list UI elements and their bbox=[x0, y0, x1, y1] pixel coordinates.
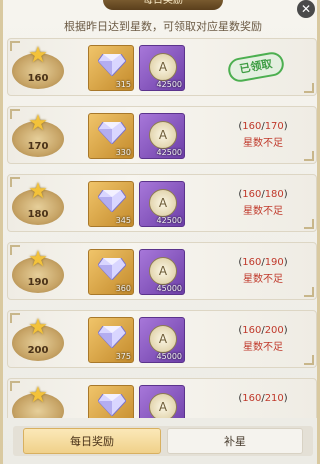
close-button[interactable]: ✕ bbox=[297, 0, 315, 18]
status-block: (160/190) 星数不足 bbox=[208, 257, 317, 285]
star-badge: ★ 190 bbox=[12, 249, 64, 295]
star-icon: ★ bbox=[28, 383, 48, 408]
status-text: 星数不足 bbox=[243, 206, 283, 217]
status-text: 星数不足 bbox=[243, 274, 283, 285]
star-icon: ★ bbox=[28, 111, 48, 136]
star-count: 160 bbox=[27, 73, 49, 84]
status-block: (160/180) 星数不足 bbox=[208, 189, 317, 217]
current-stars: 160 bbox=[242, 393, 262, 404]
hint-text: 根据昨日达到星数，可领取对应星数奖励 bbox=[64, 20, 262, 33]
star-icon: ★ bbox=[28, 43, 48, 68]
coin-reward[interactable]: A bbox=[139, 385, 185, 418]
coin-icon: A bbox=[149, 393, 177, 418]
diamond-icon bbox=[98, 190, 126, 212]
corner-decoration bbox=[304, 83, 314, 93]
coin-reward[interactable]: A 42500 bbox=[139, 45, 185, 91]
gem-reward[interactable]: 330 bbox=[88, 113, 134, 159]
reward-row: ★ A (160/210) bbox=[7, 378, 317, 418]
target-stars: 210 bbox=[264, 393, 284, 404]
star-badge: ★ 170 bbox=[12, 113, 64, 159]
star-badge: ★ 200 bbox=[12, 317, 64, 363]
gem-quantity: 345 bbox=[115, 216, 131, 225]
reward-row: ★ 200 375 A 45000 (160/200) 星数不足 bbox=[7, 310, 317, 368]
star-badge: ★ 160 bbox=[12, 45, 64, 91]
gem-quantity: 330 bbox=[115, 148, 131, 157]
current-stars: 160 bbox=[242, 325, 262, 336]
tab-bar: 每日奖励 补星 bbox=[13, 426, 313, 456]
star-progress: (160/170) bbox=[238, 121, 288, 132]
current-stars: 160 bbox=[242, 189, 262, 200]
reward-row: ★ 170 330 A 42500 (160/170) 星数不足 bbox=[7, 106, 317, 164]
diamond-icon bbox=[98, 394, 126, 416]
star-badge: ★ 180 bbox=[12, 181, 64, 227]
status-block: (160/200) 星数不足 bbox=[208, 325, 317, 353]
gem-reward[interactable]: 360 bbox=[88, 249, 134, 295]
status-text: 星数不足 bbox=[243, 138, 283, 149]
gem-quantity: 315 bbox=[115, 80, 131, 89]
tab-daily-reward[interactable]: 每日奖励 bbox=[23, 428, 161, 454]
target-stars: 190 bbox=[264, 257, 284, 268]
current-stars: 160 bbox=[242, 257, 262, 268]
coin-icon: A bbox=[149, 53, 177, 81]
star-progress: (160/190) bbox=[238, 257, 288, 268]
reward-row: ★ 160 315 A 42500 已领取 bbox=[7, 38, 317, 96]
coin-quantity: 45000 bbox=[156, 284, 182, 293]
corner-decoration bbox=[304, 287, 314, 297]
coin-icon: A bbox=[149, 257, 177, 285]
gem-quantity: 375 bbox=[115, 352, 131, 361]
coin-quantity: 42500 bbox=[156, 216, 182, 225]
corner-decoration bbox=[304, 151, 314, 161]
reward-row: ★ 190 360 A 45000 (160/190) 星数不足 bbox=[7, 242, 317, 300]
diamond-icon bbox=[98, 122, 126, 144]
star-progress: (160/210) bbox=[238, 393, 288, 404]
claimed-stamp: 已领取 bbox=[226, 50, 286, 84]
coin-reward[interactable]: A 42500 bbox=[139, 181, 185, 227]
star-icon: ★ bbox=[28, 179, 48, 204]
gem-reward[interactable]: 315 bbox=[88, 45, 134, 91]
coin-reward[interactable]: A 42500 bbox=[139, 113, 185, 159]
star-count: 190 bbox=[27, 277, 49, 288]
coin-quantity: 42500 bbox=[156, 80, 182, 89]
gem-reward[interactable]: 345 bbox=[88, 181, 134, 227]
status-block: (160/210) bbox=[208, 393, 317, 404]
target-stars: 180 bbox=[264, 189, 284, 200]
panel-title: 每日奖励 bbox=[103, 0, 223, 10]
gem-reward[interactable]: 375 bbox=[88, 317, 134, 363]
coin-quantity: 42500 bbox=[156, 148, 182, 157]
star-badge: ★ bbox=[12, 385, 64, 418]
star-count: 200 bbox=[27, 345, 49, 356]
target-stars: 200 bbox=[264, 325, 284, 336]
reward-panel: 每日奖励 ✕ 根据昨日达到星数，可领取对应星数奖励 ★ 160 315 A 42… bbox=[0, 0, 320, 464]
star-progress: (160/180) bbox=[238, 189, 288, 200]
star-progress: (160/200) bbox=[238, 325, 288, 336]
current-stars: 160 bbox=[242, 121, 262, 132]
diamond-icon bbox=[98, 326, 126, 348]
corner-decoration bbox=[304, 219, 314, 229]
star-icon: ★ bbox=[28, 315, 48, 340]
reward-row: ★ 180 345 A 42500 (160/180) 星数不足 bbox=[7, 174, 317, 232]
coin-icon: A bbox=[149, 121, 177, 149]
gem-reward[interactable] bbox=[88, 385, 134, 418]
gem-quantity: 360 bbox=[115, 284, 131, 293]
status-block: (160/170) 星数不足 bbox=[208, 121, 317, 149]
status-text: 星数不足 bbox=[243, 342, 283, 353]
coin-quantity: 45000 bbox=[156, 352, 182, 361]
coin-icon: A bbox=[149, 189, 177, 217]
diamond-icon bbox=[98, 258, 126, 280]
tab-make-up-stars[interactable]: 补星 bbox=[167, 428, 303, 454]
star-count: 170 bbox=[27, 141, 49, 152]
coin-icon: A bbox=[149, 325, 177, 353]
reward-list[interactable]: ★ 160 315 A 42500 已领取 ★ 170 330 A 42500 … bbox=[7, 38, 317, 418]
diamond-icon bbox=[98, 54, 126, 76]
target-stars: 170 bbox=[264, 121, 284, 132]
star-count: 180 bbox=[27, 209, 49, 220]
star-icon: ★ bbox=[28, 247, 48, 272]
corner-decoration bbox=[304, 355, 314, 365]
coin-reward[interactable]: A 45000 bbox=[139, 249, 185, 295]
coin-reward[interactable]: A 45000 bbox=[139, 317, 185, 363]
